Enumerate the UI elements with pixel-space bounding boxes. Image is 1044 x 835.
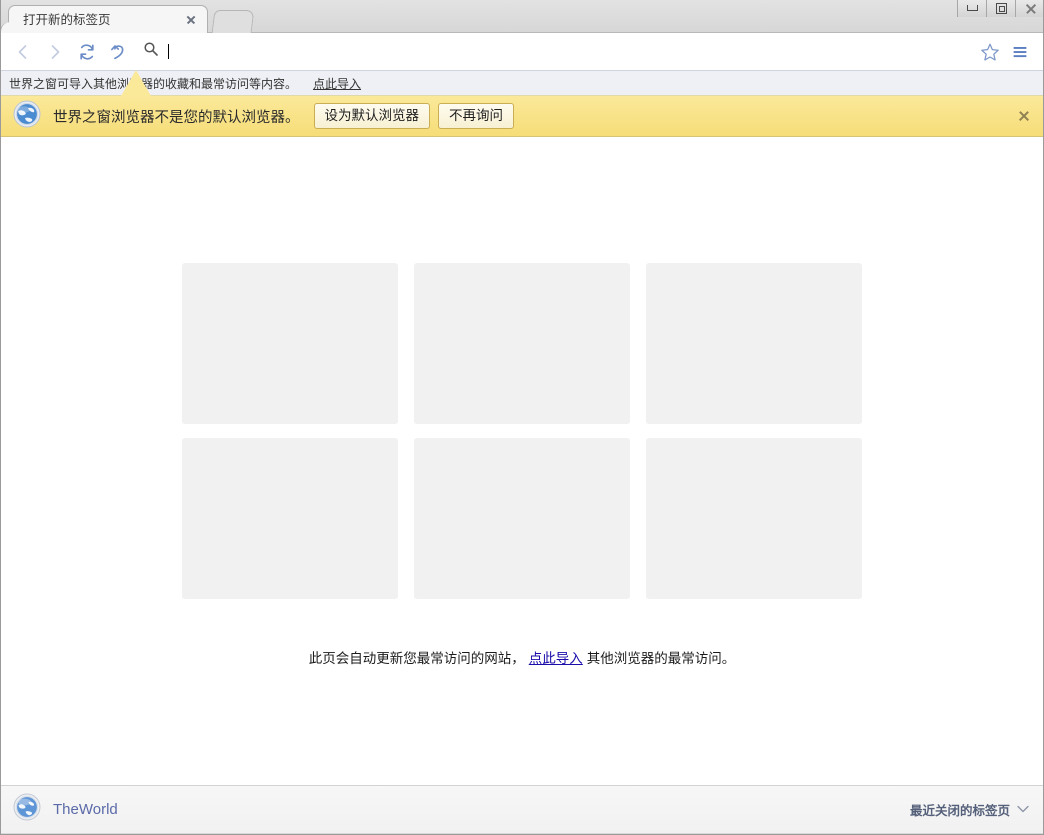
hamburger-menu-icon bbox=[1010, 42, 1030, 62]
close-button[interactable] bbox=[1015, 0, 1044, 17]
tab-new-tab-page[interactable]: 打开新的标签页 bbox=[8, 5, 208, 33]
browser-window: 打开新的标签页 bbox=[0, 0, 1044, 835]
import-bar: 世界之窗可导入其他浏览器的收藏和最常访问等内容。 点此导入 bbox=[1, 71, 1043, 96]
tab-strip: 打开新的标签页 bbox=[0, 0, 1044, 33]
restore-button[interactable] bbox=[986, 0, 1015, 17]
globe-icon bbox=[13, 100, 41, 133]
new-tab-page-content: 此页会自动更新您最常访问的网站， 点此导入其他浏览器的最常访问。 bbox=[1, 137, 1043, 785]
recently-closed-tabs-button[interactable]: 最近关闭的标签页 bbox=[910, 800, 1029, 819]
default-browser-infobar: 世界之窗浏览器不是您的默认浏览器。 设为默认浏览器 不再询问 bbox=[1, 96, 1043, 137]
undo-icon bbox=[109, 42, 129, 62]
import-bar-link[interactable]: 点此导入 bbox=[313, 75, 361, 92]
navigation-toolbar bbox=[1, 33, 1043, 71]
star-icon bbox=[980, 42, 1000, 62]
globe-icon bbox=[13, 793, 41, 826]
reload-icon bbox=[77, 42, 97, 62]
thumbnail-tile[interactable] bbox=[414, 438, 630, 599]
status-bar: TheWorld 最近关闭的标签页 bbox=[1, 785, 1043, 833]
undo-button[interactable] bbox=[103, 36, 135, 68]
thumbnail-tile[interactable] bbox=[646, 438, 862, 599]
import-bar-text: 世界之窗可导入其他浏览器的收藏和最常访问等内容。 bbox=[9, 75, 297, 92]
reload-button[interactable] bbox=[71, 36, 103, 68]
minimize-button[interactable] bbox=[957, 0, 986, 17]
tab-title: 打开新的标签页 bbox=[23, 7, 183, 33]
forward-button[interactable] bbox=[39, 36, 71, 68]
forward-arrow-icon bbox=[45, 42, 65, 62]
thumbnail-tile[interactable] bbox=[182, 263, 398, 424]
window-controls bbox=[957, 0, 1044, 17]
infobar-close-icon[interactable] bbox=[1015, 107, 1033, 125]
note-import-link[interactable]: 点此导入 bbox=[529, 651, 583, 666]
brand-button[interactable]: TheWorld bbox=[13, 793, 118, 826]
text-cursor bbox=[168, 44, 169, 59]
infobar-message: 世界之窗浏览器不是您的默认浏览器。 bbox=[53, 106, 300, 127]
address-bar[interactable] bbox=[139, 39, 971, 65]
chevron-down-icon bbox=[1017, 803, 1029, 817]
toolbar-actions bbox=[975, 37, 1035, 67]
brand-label: TheWorld bbox=[53, 801, 118, 818]
most-visited-note: 此页会自动更新您最常访问的网站， 点此导入其他浏览器的最常访问。 bbox=[1, 647, 1043, 667]
thumbnail-tile[interactable] bbox=[646, 263, 862, 424]
recently-closed-tabs-label: 最近关闭的标签页 bbox=[910, 800, 1010, 819]
set-default-browser-button[interactable]: 设为默认浏览器 bbox=[314, 103, 431, 129]
new-tab-button[interactable] bbox=[212, 10, 255, 33]
minimize-icon bbox=[967, 5, 978, 11]
infobar-pointer-arrow bbox=[121, 70, 151, 96]
thumbnail-tile[interactable] bbox=[414, 263, 630, 424]
note-suffix: 其他浏览器的最常访问。 bbox=[587, 651, 736, 666]
back-button[interactable] bbox=[7, 36, 39, 68]
restore-icon bbox=[996, 3, 1007, 14]
bookmark-button[interactable] bbox=[975, 37, 1005, 67]
note-prefix: 此页会自动更新您最常访问的网站， bbox=[309, 651, 525, 666]
do-not-ask-again-button[interactable]: 不再询问 bbox=[438, 103, 514, 129]
most-visited-grid bbox=[182, 263, 863, 599]
search-icon bbox=[143, 41, 159, 62]
tab-close-icon[interactable] bbox=[183, 12, 199, 28]
close-icon bbox=[1016, 0, 1044, 17]
back-arrow-icon bbox=[13, 42, 33, 62]
thumbnail-tile[interactable] bbox=[182, 438, 398, 599]
menu-button[interactable] bbox=[1005, 37, 1035, 67]
